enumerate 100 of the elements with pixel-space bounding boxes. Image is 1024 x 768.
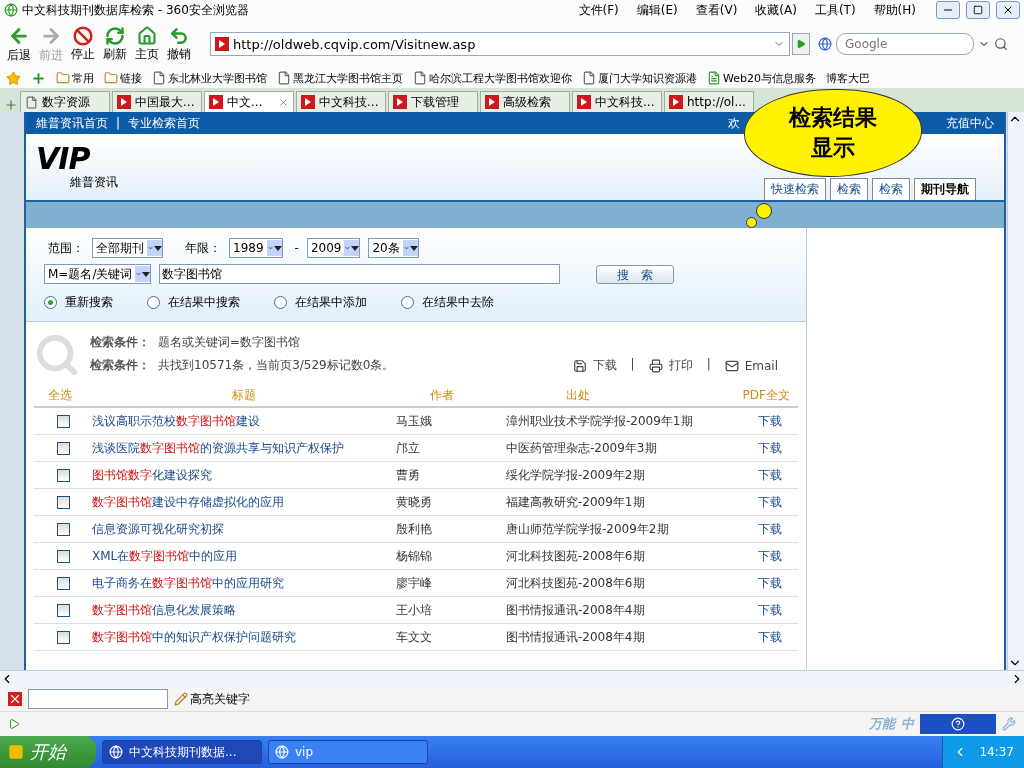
- close-find-icon[interactable]: [8, 692, 22, 706]
- find-field[interactable]: [28, 689, 168, 709]
- bookmark-link[interactable]: 博客大巴: [826, 70, 870, 86]
- home-button[interactable]: 主页: [132, 25, 162, 63]
- browser-tab[interactable]: 中国最大...: [112, 91, 202, 112]
- browser-tab[interactable]: 下载管理: [388, 91, 478, 112]
- search-tab[interactable]: 快速检索: [764, 178, 826, 200]
- search-icon[interactable]: [994, 37, 1008, 51]
- article-title-link[interactable]: 图书馆数字化建设探究: [92, 466, 396, 484]
- browser-tab[interactable]: 中文...: [204, 91, 294, 112]
- bookmark-link[interactable]: 黑龙江大学图书馆主页: [277, 70, 403, 86]
- search-field[interactable]: Google: [836, 33, 974, 55]
- year-to-select[interactable]: 2009: [306, 238, 361, 258]
- download-link[interactable]: 下载: [696, 574, 796, 592]
- row-checkbox[interactable]: [56, 630, 70, 644]
- radio-button[interactable]: [274, 296, 287, 309]
- browser-tab[interactable]: 高级检索: [480, 91, 570, 112]
- address-field[interactable]: http://oldweb.cqvip.com/Visitnew.asp: [210, 32, 790, 56]
- article-title-link[interactable]: 电子商务在数字图书馆中的应用研究: [92, 574, 396, 592]
- bookmark-link[interactable]: 链接: [104, 70, 142, 86]
- bookmark-link[interactable]: 厦门大学知识资源港: [582, 70, 697, 86]
- mode-option[interactable]: 在结果中去除: [401, 294, 494, 311]
- article-title-link[interactable]: 数字图书馆中的知识产权保护问题研究: [92, 628, 396, 646]
- menu-item[interactable]: 查看(V): [695, 1, 738, 19]
- menu-item[interactable]: 编辑(E): [636, 1, 678, 19]
- download-link[interactable]: 下载: [696, 412, 796, 430]
- download-link[interactable]: 下载: [696, 601, 796, 619]
- download-link[interactable]: 下载: [696, 466, 796, 484]
- browser-tab[interactable]: 中文科技...: [572, 91, 662, 112]
- go-button[interactable]: [792, 33, 810, 55]
- close-button[interactable]: [996, 1, 1020, 19]
- search-button[interactable]: 搜 索: [596, 264, 675, 284]
- menu-item[interactable]: 文件(F): [578, 1, 619, 19]
- caret-icon[interactable]: [135, 266, 151, 282]
- refresh-button[interactable]: 刷新: [100, 25, 130, 63]
- welcome-link[interactable]: 欢: [728, 114, 740, 132]
- browser-tab[interactable]: 数字资源: [20, 91, 110, 112]
- close-tab-icon[interactable]: [278, 96, 289, 108]
- download-link[interactable]: 下载: [696, 520, 796, 538]
- highlight-button[interactable]: 高亮关键字: [174, 690, 250, 708]
- row-checkbox[interactable]: [56, 522, 70, 536]
- year-from-select[interactable]: 1989: [229, 238, 283, 258]
- query-field[interactable]: 数字图书馆: [159, 264, 561, 284]
- download-link[interactable]: 下载: [696, 493, 796, 511]
- bookmark-link[interactable]: Web20与信息服务: [707, 70, 816, 86]
- page-size-select[interactable]: 20条: [368, 238, 419, 258]
- row-checkbox[interactable]: [56, 441, 70, 455]
- mode-option[interactable]: 在结果中添加: [274, 294, 367, 311]
- back-button[interactable]: 后退: [4, 24, 34, 64]
- caret-icon[interactable]: [402, 240, 418, 256]
- mode-option[interactable]: 在结果中搜索: [147, 294, 240, 311]
- add-favorite-icon[interactable]: [31, 70, 46, 86]
- nav-link[interactable]: 专业检索首页: [128, 114, 201, 132]
- radio-button[interactable]: [147, 296, 160, 309]
- bookmark-link[interactable]: 哈尔滨工程大学图书馆欢迎你: [413, 70, 572, 86]
- field-select[interactable]: M=题名/关键词: [44, 264, 152, 284]
- nav-link[interactable]: 維普资讯首页: [36, 114, 108, 132]
- bookmark-link[interactable]: 常用: [56, 70, 94, 86]
- download-link[interactable]: 下载: [696, 439, 796, 457]
- taskbar-window[interactable]: 中文科技期刊数据...: [102, 740, 262, 764]
- article-title-link[interactable]: 数字图书馆建设中存储虚拟化的应用: [92, 493, 396, 511]
- search-tab[interactable]: 检索: [830, 178, 868, 200]
- menu-item[interactable]: 帮助(H): [873, 1, 916, 19]
- row-checkbox[interactable]: [56, 414, 70, 428]
- search-tab[interactable]: 期刊导航: [914, 178, 976, 200]
- search-engine-icon[interactable]: [818, 37, 832, 51]
- browser-tab[interactable]: 中文科技...: [296, 91, 386, 112]
- row-checkbox[interactable]: [56, 495, 70, 509]
- ime-toolbar[interactable]: [920, 714, 996, 734]
- row-checkbox[interactable]: [56, 576, 70, 590]
- print-link[interactable]: 打印: [648, 357, 693, 374]
- row-checkbox[interactable]: [56, 468, 70, 482]
- start-button[interactable]: 开始: [0, 736, 96, 768]
- horizontal-scrollbar[interactable]: [0, 670, 1024, 687]
- stop-button[interactable]: 停止: [68, 25, 98, 63]
- undo-button[interactable]: 撤销: [164, 25, 194, 63]
- caret-icon[interactable]: [147, 240, 162, 256]
- menu-item[interactable]: 工具(T): [814, 1, 856, 19]
- download-link[interactable]: 下载: [696, 547, 796, 565]
- radio-button[interactable]: [44, 296, 57, 309]
- bookmark-link[interactable]: 东北林业大学图书馆: [152, 70, 267, 86]
- recharge-link[interactable]: 充值中心: [946, 114, 994, 132]
- download-link[interactable]: 下载: [696, 628, 796, 646]
- save-link[interactable]: 下载: [572, 357, 617, 374]
- article-title-link[interactable]: 信息资源可视化研究初探: [92, 520, 396, 538]
- maximize-button[interactable]: [966, 1, 990, 19]
- browser-tab[interactable]: http://ol...: [664, 91, 754, 112]
- mail-link[interactable]: Email: [724, 357, 778, 374]
- article-title-link[interactable]: XML在数字图书馆中的应用: [92, 547, 396, 565]
- article-title-link[interactable]: 数字图书馆信息化发展策略: [92, 601, 396, 619]
- scope-select[interactable]: 全部期刊: [92, 238, 163, 258]
- radio-button[interactable]: [401, 296, 414, 309]
- row-checkbox[interactable]: [56, 549, 70, 563]
- menu-item[interactable]: 收藏(A): [755, 1, 797, 19]
- site-logo[interactable]: VIP 維普资讯: [36, 143, 118, 191]
- taskbar-window[interactable]: vip: [268, 740, 428, 764]
- help-icon[interactable]: [951, 717, 965, 731]
- search-tab[interactable]: 检索: [872, 178, 910, 200]
- article-title-link[interactable]: 浅议高职示范校数字图书馆建设: [92, 412, 396, 430]
- vertical-scrollbar[interactable]: [1007, 112, 1024, 670]
